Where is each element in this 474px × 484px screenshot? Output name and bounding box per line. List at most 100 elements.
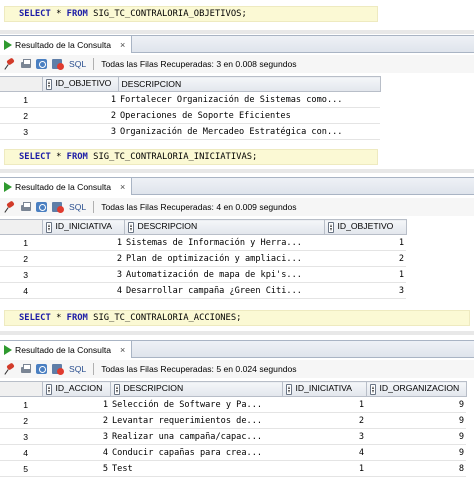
cell-id[interactable]: 2: [42, 107, 118, 124]
cell-id[interactable]: 1: [282, 396, 366, 413]
sql-button[interactable]: SQL: [69, 202, 86, 212]
cell-id[interactable]: 4: [282, 444, 366, 461]
row-number-header: [0, 76, 43, 92]
pin-icon[interactable]: [4, 363, 16, 375]
table-row[interactable]: 4 4 Conducir capañas para crea... 4 9: [0, 444, 466, 461]
table-row[interactable]: 3 3 Realizar una campaña/capac... 3 9: [0, 428, 466, 445]
pane-divider[interactable]: [0, 30, 474, 34]
table-row[interactable]: 3 3 Organización de Mercadeo Estratégica c…: [0, 123, 380, 140]
column-header[interactable]: DESCRIPCION: [123, 219, 325, 235]
column-header[interactable]: ID_OBJETIVO: [323, 219, 407, 235]
sort-icon[interactable]: [285, 383, 292, 395]
results-tab[interactable]: Resultado de la Consulta ×: [0, 36, 133, 53]
cell-description[interactable]: Test: [110, 460, 282, 477]
table-row[interactable]: 1 1 Sistemas de Información y Herra... 1: [0, 234, 406, 251]
sql-button[interactable]: SQL: [69, 364, 86, 374]
cell-id[interactable]: 1: [324, 234, 406, 251]
print-icon[interactable]: [20, 363, 32, 375]
column-header[interactable]: ID_ACCION: [41, 381, 111, 397]
table-row[interactable]: 4 4 Desarrollar campaña ¿Green Citi... 3: [0, 282, 406, 299]
results-tab[interactable]: Resultado de la Consulta ×: [0, 341, 133, 358]
sort-icon[interactable]: [327, 221, 334, 233]
cell-id[interactable]: 3: [324, 282, 406, 299]
pane-divider[interactable]: [0, 169, 474, 173]
cell-id[interactable]: 3: [42, 123, 118, 140]
cell-id[interactable]: 9: [366, 444, 466, 461]
cell-id[interactable]: 9: [366, 412, 466, 429]
table-row[interactable]: 2 2 Levantar requerimientos de... 2 9: [0, 412, 466, 429]
column-header[interactable]: DESCRIPCION: [109, 381, 283, 397]
fetch-status: Todas las Filas Recuperadas: 4 en 0.009 …: [101, 202, 297, 212]
column-header[interactable]: ID_ORGANIZACION: [365, 381, 467, 397]
sort-icon[interactable]: [45, 221, 52, 233]
pane-divider[interactable]: [0, 331, 474, 335]
cell-id[interactable]: 1: [42, 396, 110, 413]
close-icon[interactable]: ×: [120, 345, 125, 355]
cell-id[interactable]: 1: [42, 91, 118, 108]
cell-id[interactable]: 3: [42, 428, 110, 445]
cell-id[interactable]: 2: [42, 412, 110, 429]
pin-icon[interactable]: [4, 58, 16, 70]
refresh-icon[interactable]: [36, 58, 48, 70]
cell-description[interactable]: Sistemas de Información y Herra...: [124, 234, 324, 251]
cell-id[interactable]: 4: [42, 444, 110, 461]
sort-icon[interactable]: [369, 383, 376, 395]
cell-description[interactable]: Plan de optimización y ampliaci...: [124, 250, 324, 267]
cell-id[interactable]: 1: [42, 234, 124, 251]
cell-id[interactable]: 5: [42, 460, 110, 477]
column-header[interactable]: ID_INICIATIVA: [41, 219, 125, 235]
cell-id[interactable]: 3: [42, 266, 124, 283]
sql-icon[interactable]: [52, 363, 64, 375]
cell-description[interactable]: Organización de Mercadeo Estratégica con…: [118, 123, 380, 140]
cell-id[interactable]: 4: [42, 282, 124, 299]
sql-statement[interactable]: SELECT * FROM SIG_TC_CONTRALORIA_INICIAT…: [4, 149, 378, 165]
sort-icon[interactable]: [113, 383, 120, 395]
sql-icon[interactable]: [52, 58, 64, 70]
close-icon[interactable]: ×: [120, 40, 125, 50]
run-icon: [4, 344, 12, 355]
print-icon[interactable]: [20, 201, 32, 213]
table-row[interactable]: 2 2 Plan de optimización y ampliaci... 2: [0, 250, 406, 267]
sql-keyword: FROM: [66, 9, 88, 19]
cell-id[interactable]: 2: [324, 250, 406, 267]
print-icon[interactable]: [20, 58, 32, 70]
close-icon[interactable]: ×: [120, 182, 125, 192]
cell-id[interactable]: 8: [366, 460, 466, 477]
refresh-icon[interactable]: [36, 363, 48, 375]
cell-id[interactable]: 1: [282, 460, 366, 477]
cell-description[interactable]: Fortalecer Organización de Sistemas como…: [118, 91, 380, 108]
cell-id[interactable]: 9: [366, 396, 466, 413]
table-row[interactable]: 1 1 Selección de Software y Pa... 1 9: [0, 396, 466, 413]
cell-description[interactable]: Selección de Software y Pa...: [110, 396, 282, 413]
column-header[interactable]: ID_INICIATIVA: [281, 381, 367, 397]
cell-description[interactable]: Levantar requerimientos de...: [110, 412, 282, 429]
refresh-icon[interactable]: [36, 201, 48, 213]
sql-statement[interactable]: SELECT * FROM SIG_TC_CONTRALORIA_ACCIONE…: [4, 310, 470, 326]
sort-icon[interactable]: [127, 221, 134, 233]
cell-id[interactable]: 2: [42, 250, 124, 267]
sql-statement[interactable]: SELECT * FROM SIG_TC_CONTRALORIA_OBJETIV…: [4, 6, 378, 22]
column-header[interactable]: DESCRIPCION: [117, 76, 381, 92]
cell-description[interactable]: Realizar una campaña/capac...: [110, 428, 282, 445]
cell-description[interactable]: Desarrollar campaña ¿Green Citi...: [124, 282, 324, 299]
table-row[interactable]: 1 1 Fortalecer Organización de Sistemas co…: [0, 91, 380, 108]
pin-icon[interactable]: [4, 201, 16, 213]
cell-id[interactable]: 3: [282, 428, 366, 445]
cell-id[interactable]: 1: [324, 266, 406, 283]
results-tab-label: Resultado de la Consulta: [15, 181, 112, 192]
cell-description[interactable]: Operaciones de Soporte Eficientes: [118, 107, 380, 124]
table-row[interactable]: 5 5 Test 1 8: [0, 460, 466, 477]
cell-description[interactable]: Automatización de mapa de kpi's...: [124, 266, 324, 283]
column-header[interactable]: ID_OBJETIVO: [41, 76, 119, 92]
cell-id[interactable]: 9: [366, 428, 466, 445]
sort-icon[interactable]: [45, 383, 52, 395]
fetch-status: Todas las Filas Recuperadas: 3 en 0.008 …: [101, 59, 297, 69]
sort-icon[interactable]: [45, 78, 52, 90]
table-row[interactable]: 2 2 Operaciones de Soporte Eficientes: [0, 107, 380, 124]
cell-id[interactable]: 2: [282, 412, 366, 429]
cell-description[interactable]: Conducir capañas para crea...: [110, 444, 282, 461]
results-tab[interactable]: Resultado de la Consulta ×: [0, 178, 133, 195]
table-row[interactable]: 3 3 Automatización de mapa de kpi's... 1: [0, 266, 406, 283]
sql-button[interactable]: SQL: [69, 59, 86, 69]
sql-icon[interactable]: [52, 201, 64, 213]
